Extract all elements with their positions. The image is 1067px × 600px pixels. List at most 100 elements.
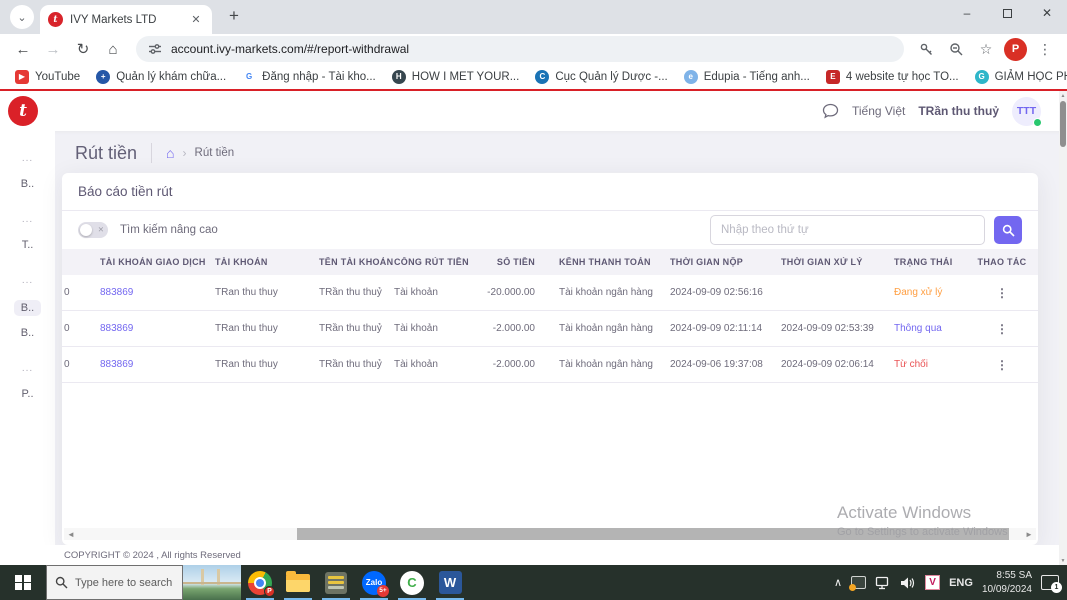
browser-tab-strip: ⌄ t IVY Markets LTD ✕ + – ✕ [0,0,1067,34]
row-actions-kebab-icon[interactable]: ⋮ [996,358,1008,372]
browser-menu-icon[interactable]: ⋮ [1033,37,1057,61]
vertical-scrollbar[interactable]: ▲ ▼ [1059,91,1067,565]
language-switcher[interactable]: Tiếng Việt [852,104,905,118]
advanced-search-label: Tìm kiếm nâng cao [120,224,218,236]
cell-account-name: TRần thu thuỷ [319,359,382,370]
language-indicator[interactable]: ENG [949,577,973,589]
column-header: SỐ TIỀN [496,257,535,267]
site-icon: + [96,69,111,84]
bookmark-edupia[interactable]: e Edupia - Tiếng anh... [677,68,817,86]
back-button[interactable]: ← [10,36,36,62]
bookmark-how-i-met-your[interactable]: H HOW I MET YOUR... [385,68,527,86]
trading-account-link[interactable]: 883869 [100,323,215,334]
coccoc-taskbar-icon[interactable]: C [393,565,431,600]
volume-icon[interactable] [900,576,916,590]
tab-title: IVY Markets LTD [70,13,157,26]
news-widget-thumbnail[interactable] [183,565,241,600]
vertical-scroll-thumb[interactable] [1060,101,1066,147]
sidebar-item-4[interactable]: B.. [21,327,34,341]
column-header: TÊN TÀI KHOẢN [319,257,394,267]
taskbar-apps: P Zalo 5+ C W [241,565,469,600]
scroll-up-icon[interactable]: ▲ [1059,91,1067,100]
avatar-initials: TTT [1016,105,1037,117]
zalo-notification-badge: 5+ [377,584,389,597]
cell-amount: -20.000.00 [487,287,535,298]
sidebar-item-3-active[interactable]: B.. [13,300,42,316]
zalo-taskbar-icon[interactable]: Zalo 5+ [355,565,393,600]
chat-bubble-icon[interactable] [822,103,839,119]
windows-taskbar: Type here to search P Zalo 5+ C W ∧ V EN… [0,565,1067,600]
address-bar[interactable]: account.ivy-markets.com/#/report-withdra… [136,36,904,62]
header-username[interactable]: TRần thu thuỷ [918,104,999,118]
clock-time: 8:55 SA [996,570,1032,581]
browser-profile-avatar[interactable]: P [1004,37,1027,61]
password-key-icon[interactable] [914,37,938,61]
scroll-down-icon[interactable]: ▼ [1059,556,1067,565]
scroll-left-icon[interactable]: ◄ [64,530,78,539]
sidebar-item-1[interactable]: B.. [21,178,34,192]
bookmark-dang-nhap[interactable]: G Đăng nhập - Tài kho... [235,68,383,86]
advanced-search-toggle[interactable]: ✕ [78,222,108,238]
browser-tab[interactable]: t IVY Markets LTD ✕ [40,5,212,34]
table-row: 0 883869 TRan thu thuy TRần thu thuỷ Tài… [62,311,1038,347]
bookmark-quan-ly-kham-chua[interactable]: + Quản lý khám chữa... [89,68,233,86]
google-icon: G [242,69,257,84]
bookmark-giam-hoc-phi[interactable]: G GIẢM HỌC PHÍ - Họ... [968,68,1067,86]
user-avatar[interactable]: TTT [1012,96,1042,127]
ivy-markets-logo[interactable]: t [8,96,38,126]
table-header-row: TÀI KHOẢN GIAO DỊCH TÀI KHOẢN TÊN TÀI KH… [62,249,1038,275]
withdrawal-report-card: Báo cáo tiền rút ✕ Tìm kiếm nâng cao Nhậ… [62,173,1038,545]
row-actions-kebab-icon[interactable]: ⋮ [996,286,1008,300]
sidebar-item-2[interactable]: T.. [22,239,34,253]
zoom-indicator-icon[interactable] [944,37,968,61]
action-center-icon[interactable]: 1 [1041,575,1062,593]
trading-account-link[interactable]: 883869 [100,287,215,298]
horizontal-scroll-thumb[interactable] [297,528,1009,540]
reload-button[interactable]: ↻ [70,36,96,62]
cell-id-fragment: 0 [64,359,70,370]
bookmark-star-icon[interactable]: ☆ [974,37,998,61]
scroll-right-icon[interactable]: ► [1022,530,1036,539]
file-explorer-taskbar-icon[interactable] [279,565,317,600]
network-icon[interactable] [875,576,891,590]
cell-channel: Tài khoản ngân hàng [559,323,653,334]
ultraviewer-tray-icon[interactable] [849,576,867,591]
cell-processed-at: 2024-09-09 02:53:39 [781,323,874,334]
horizontal-scrollbar[interactable]: ◄ ► [64,528,1036,540]
database-tool-taskbar-icon[interactable] [317,565,355,600]
column-header: TÀI KHOẢN [215,257,268,267]
cell-processed-at: 2024-09-09 02:06:14 [781,359,874,370]
cell-gateway: Tài khoản [394,287,438,298]
bookmark-youtube[interactable]: ▶ YouTube [8,68,87,86]
clock[interactable]: 8:55 SA 10/09/2024 [982,569,1032,596]
order-search-input[interactable] [710,215,985,245]
forward-button[interactable]: → [40,36,66,62]
close-window-button[interactable]: ✕ [1027,0,1067,26]
row-actions-kebab-icon[interactable]: ⋮ [996,322,1008,336]
search-button[interactable] [994,216,1022,244]
trading-account-link[interactable]: 883869 [100,359,215,370]
tray-chevron-icon[interactable]: ∧ [834,576,842,589]
chrome-taskbar-icon[interactable]: P [241,565,279,600]
bookmark-cuc-quan-ly-duoc[interactable]: C Cục Quản lý Dược -... [528,68,674,86]
start-button[interactable] [0,565,46,600]
new-tab-button[interactable]: + [222,4,246,28]
sidebar-group-dots: ... [21,214,34,225]
site-settings-icon[interactable] [148,42,162,56]
taskbar-search[interactable]: Type here to search [46,565,183,600]
bookmark-4-website[interactable]: E 4 website tự học TO... [819,68,966,86]
tab-close-icon[interactable]: ✕ [188,12,204,28]
web-page: t Tiếng Việt TRần thu thuỷ TTT ... B.. .… [0,89,1067,565]
vietkey-tray-icon[interactable]: V [925,575,941,590]
minimize-button[interactable]: – [947,0,987,26]
sidebar-item-5[interactable]: P.. [21,388,33,402]
cell-id-fragment: 0 [64,287,70,298]
word-taskbar-icon[interactable]: W [431,565,469,600]
maximize-button[interactable] [987,0,1027,26]
home-button[interactable]: ⌂ [100,36,126,62]
tab-search-button[interactable]: ⌄ [10,5,34,29]
sidebar: ... B.. ... T.. ... B.. B.. ... P.. [0,131,55,565]
breadcrumb-home-icon[interactable]: ⌂ [166,146,174,160]
cell-account: TRan thu thuy [215,287,278,298]
maximize-icon [1002,8,1012,18]
